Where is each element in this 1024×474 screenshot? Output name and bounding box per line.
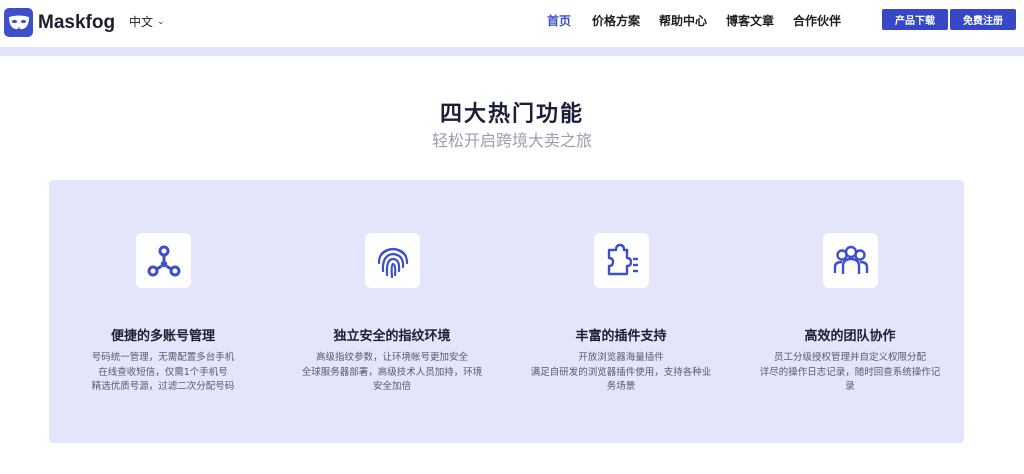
feature-desc-line: 满足自研发的浏览器插件使用，支持各种业 — [530, 366, 712, 378]
logo[interactable]: Maskfog — [4, 8, 115, 37]
nav-home[interactable]: 首页 — [547, 12, 571, 29]
feature-desc-line: 号码统一管理，无需配置多台手机 — [91, 352, 235, 363]
section-subtitle: 轻松开启跨境大卖之旅 — [431, 131, 592, 150]
nav-partners[interactable]: 合作伙伴 — [793, 12, 841, 29]
feature-description: 开放浏览器海量插件 满足自研发的浏览器插件使用，支持各种业 务场景 — [517, 351, 725, 395]
feature-card: 高效的团队协作 员工分级授权管理并自定义权限分配 详尽的操作日志记录，随时回查系… — [736, 180, 964, 443]
feature-desc-line: 录 — [845, 381, 855, 392]
download-button[interactable]: 产品下载 — [882, 9, 948, 30]
fingerprint-icon — [365, 233, 420, 288]
feature-description: 员工分级授权管理并自定义权限分配 详尽的操作日志记录，随时回查系统操作记 录 — [746, 351, 954, 395]
chevron-down-icon: ⌄ — [157, 16, 165, 27]
feature-title: 独立安全的指纹环境 — [333, 329, 451, 344]
puzzle-plugin-icon — [594, 233, 649, 288]
top-header: Maskfog 中文 ⌄ 首页 价格方案 帮助中心 博客文章 合作伙伴 产品下载… — [0, 0, 1024, 46]
features-panel: 便捷的多账号管理 号码统一管理，无需配置多台手机 在线查收短信，仅需1个手机号 … — [49, 180, 964, 443]
section-title: 四大热门功能 — [439, 102, 584, 127]
register-button[interactable]: 免费注册 — [950, 9, 1016, 30]
feature-desc-line: 安全加倍 — [372, 381, 411, 392]
network-nodes-icon — [136, 233, 191, 288]
feature-description: 高级指纹参数，让环境帐号更加安全 全球服务器部署，高级技术人员加持，环境 安全加… — [288, 351, 496, 395]
feature-card: 独立安全的指纹环境 高级指纹参数，让环境帐号更加安全 全球服务器部署，高级技术人… — [278, 180, 506, 443]
feature-card: 丰富的插件支持 开放浏览器海量插件 满足自研发的浏览器插件使用，支持各种业 务场… — [507, 180, 735, 443]
feature-desc-line: 务场景 — [606, 381, 636, 392]
feature-desc-line: 员工分级授权管理并自定义权限分配 — [773, 352, 926, 363]
feature-desc-line: 高级指纹参数，让环境帐号更加安全 — [315, 352, 468, 363]
feature-title: 便捷的多账号管理 — [110, 329, 215, 344]
feature-title: 丰富的插件支持 — [575, 329, 667, 344]
feature-desc-line: 在线查收短信，仅需1个手机号 — [98, 366, 228, 378]
feature-desc-line: 开放浏览器海量插件 — [578, 352, 664, 363]
language-label: 中文 — [129, 15, 154, 29]
feature-card: 便捷的多账号管理 号码统一管理，无需配置多台手机 在线查收短信，仅需1个手机号 … — [49, 180, 277, 443]
language-selector[interactable]: 中文 ⌄ — [129, 13, 165, 30]
nav-help[interactable]: 帮助中心 — [659, 12, 707, 29]
nav-blog[interactable]: 博客文章 — [726, 12, 774, 29]
feature-desc-line: 全球服务器部署，高级技术人员加持，环境 — [301, 366, 483, 378]
mask-logo-icon — [4, 8, 33, 37]
nav-pricing[interactable]: 价格方案 — [592, 12, 640, 29]
feature-desc-line: 精选优质号源，过滤二次分配号码 — [91, 381, 235, 392]
brand-name: Maskfog — [38, 11, 116, 33]
feature-desc-line: 详尽的操作日志记录，随时回查系统操作记 — [759, 366, 941, 378]
feature-description: 号码统一管理，无需配置多台手机 在线查收短信，仅需1个手机号 精选优质号源，过滤… — [59, 351, 267, 395]
feature-title: 高效的团队协作 — [804, 329, 896, 344]
team-icon — [823, 233, 878, 288]
header-divider-band — [0, 47, 1024, 56]
